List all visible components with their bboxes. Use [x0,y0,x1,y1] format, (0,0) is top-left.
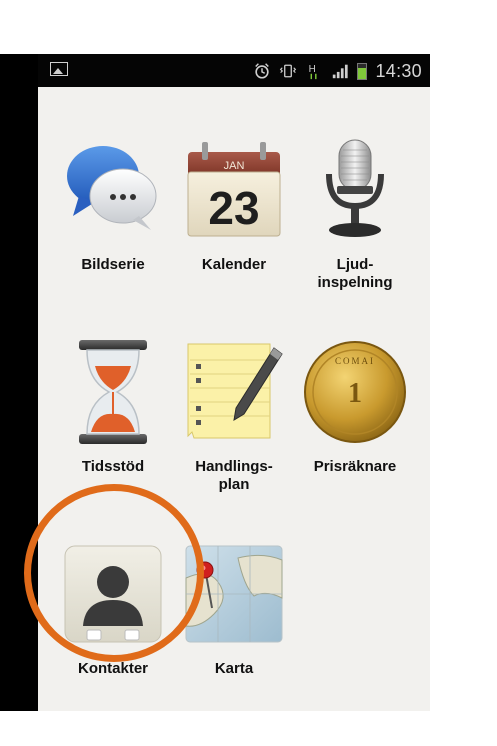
app-label: Ljud- inspelning [317,256,393,291]
phone-screen: H 14:30 Bildserie JAN 23 Kalender Ljud- … [38,54,430,711]
app-label: Kontakter [77,660,148,677]
calendar-icon: JAN 23 [187,142,281,237]
app-label: Handlings- plan [195,458,273,493]
signal-icon [333,64,349,79]
map-icon [185,545,283,643]
battery-icon [357,62,368,80]
calendar-month: JAN [224,160,245,172]
vibrate-icon [280,64,297,78]
hourglass-icon [79,340,147,444]
calendar-day: 23 [208,182,259,234]
status-icons: H 14:30 [253,59,422,83]
status-bar: H 14:30 [38,54,430,87]
contact-card-icon [64,545,162,643]
svg-text:H: H [309,64,316,75]
app-label: Bildserie [81,256,145,273]
page: H 14:30 Bildserie JAN 23 Kalender Ljud- … [0,0,497,746]
microphone-icon [326,139,384,237]
alarm-icon [255,63,270,79]
coin-value: 1 [348,378,362,409]
network-type-icon: H [309,64,317,80]
device-bezel [0,54,38,711]
app-label: Karta [214,660,254,677]
app-label: Prisräknare [313,458,397,475]
coin-text: COMAI [335,356,375,366]
coin-icon: COMAI 1 [304,341,406,443]
app-label: Tidsstöd [81,458,145,475]
app-label: Kalender [201,256,267,273]
clock: 14:30 [375,60,422,81]
notepad-icon [187,343,283,439]
chat-bubbles-icon [67,146,157,230]
image-icon [50,62,68,76]
